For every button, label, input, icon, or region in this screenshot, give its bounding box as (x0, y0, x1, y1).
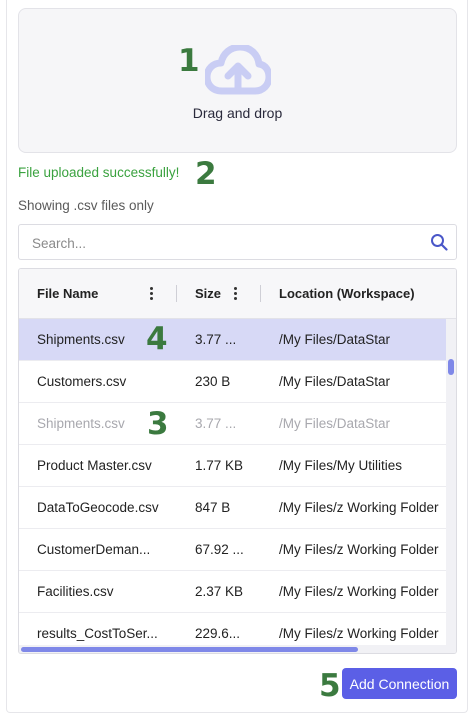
file-filter-note: Showing .csv files only (18, 198, 154, 213)
column-resize-handle[interactable] (260, 285, 261, 302)
table-row[interactable]: Shipments.csv 3.77 ... /My Files/DataSta… (19, 319, 449, 361)
callout-3: 3 (147, 406, 169, 442)
file-location-cell: /My Files/DataStar (279, 416, 391, 431)
file-name-cell: Facilities.csv (37, 584, 114, 599)
table-row[interactable]: Facilities.csv 2.37 KB /My Files/z Worki… (19, 571, 449, 613)
column-header-size[interactable]: Size (195, 269, 221, 318)
callout-4: 4 (146, 321, 168, 357)
table-row[interactable]: DataToGeocode.csv 847 B /My Files/z Work… (19, 487, 449, 529)
search-box (18, 224, 457, 261)
file-size-cell: 3.77 ... (195, 416, 237, 431)
table-row[interactable]: Customers.csv 230 B /My Files/DataStar (19, 361, 449, 403)
file-size-cell: 1.77 KB (195, 458, 244, 473)
file-dropzone[interactable]: Drag and drop (18, 8, 457, 153)
upload-success-message: File uploaded successfully! (18, 165, 180, 180)
file-size-cell: 3.77 ... (195, 332, 237, 347)
file-size-cell: 230 B (195, 374, 231, 389)
file-location-cell: /My Files/DataStar (279, 332, 391, 347)
search-input[interactable] (30, 225, 424, 261)
dropzone-label: Drag and drop (192, 105, 283, 121)
file-location-cell: /My Files/z Working Folder (279, 500, 439, 515)
add-connection-button[interactable]: Add Connection (342, 668, 457, 699)
file-name-cell: Customers.csv (37, 374, 127, 389)
table-row-disabled: Shipments.csv 3.77 ... /My Files/DataSta… (19, 403, 449, 445)
file-size-cell: 847 B (195, 500, 231, 515)
file-location-cell: /My Files/My Utilities (279, 458, 403, 473)
file-location-cell: /My Files/z Working Folder (279, 542, 439, 557)
table-header: File Name Size Location (Workspace) (19, 269, 456, 319)
file-size-cell: 2.37 KB (195, 584, 244, 599)
vertical-scrollbar[interactable] (446, 319, 456, 653)
search-icon[interactable] (430, 233, 448, 251)
column-resize-handle[interactable] (176, 285, 177, 302)
files-table: File Name Size Location (Workspace) Ship… (18, 268, 457, 654)
column-menu-icon[interactable] (150, 287, 154, 301)
cloud-upload-icon (205, 45, 271, 95)
file-name-cell: Product Master.csv (37, 458, 152, 473)
column-menu-icon[interactable] (234, 287, 238, 301)
file-location-cell: /My Files/DataStar (279, 374, 391, 389)
vertical-scroll-thumb[interactable] (448, 359, 454, 375)
callout-5: 5 (319, 668, 341, 704)
table-row[interactable]: Product Master.csv 1.77 KB /My Files/My … (19, 445, 449, 487)
file-name-cell: CustomerDeman... (37, 542, 151, 557)
horizontal-scrollbar[interactable] (19, 645, 456, 653)
column-header-location[interactable]: Location (Workspace) (279, 269, 415, 318)
horizontal-scroll-thumb[interactable] (21, 647, 358, 652)
file-location-cell: /My Files/z Working Folder (279, 584, 439, 599)
table-body: Shipments.csv 3.77 ... /My Files/DataSta… (19, 319, 449, 653)
file-name-cell: DataToGeocode.csv (37, 500, 159, 515)
callout-1: 1 (178, 43, 200, 79)
callout-2: 2 (195, 156, 217, 192)
column-header-file-name[interactable]: File Name (37, 269, 98, 318)
table-row[interactable]: CustomerDeman... 67.92 ... /My Files/z W… (19, 529, 449, 571)
file-size-cell: 67.92 ... (195, 542, 244, 557)
